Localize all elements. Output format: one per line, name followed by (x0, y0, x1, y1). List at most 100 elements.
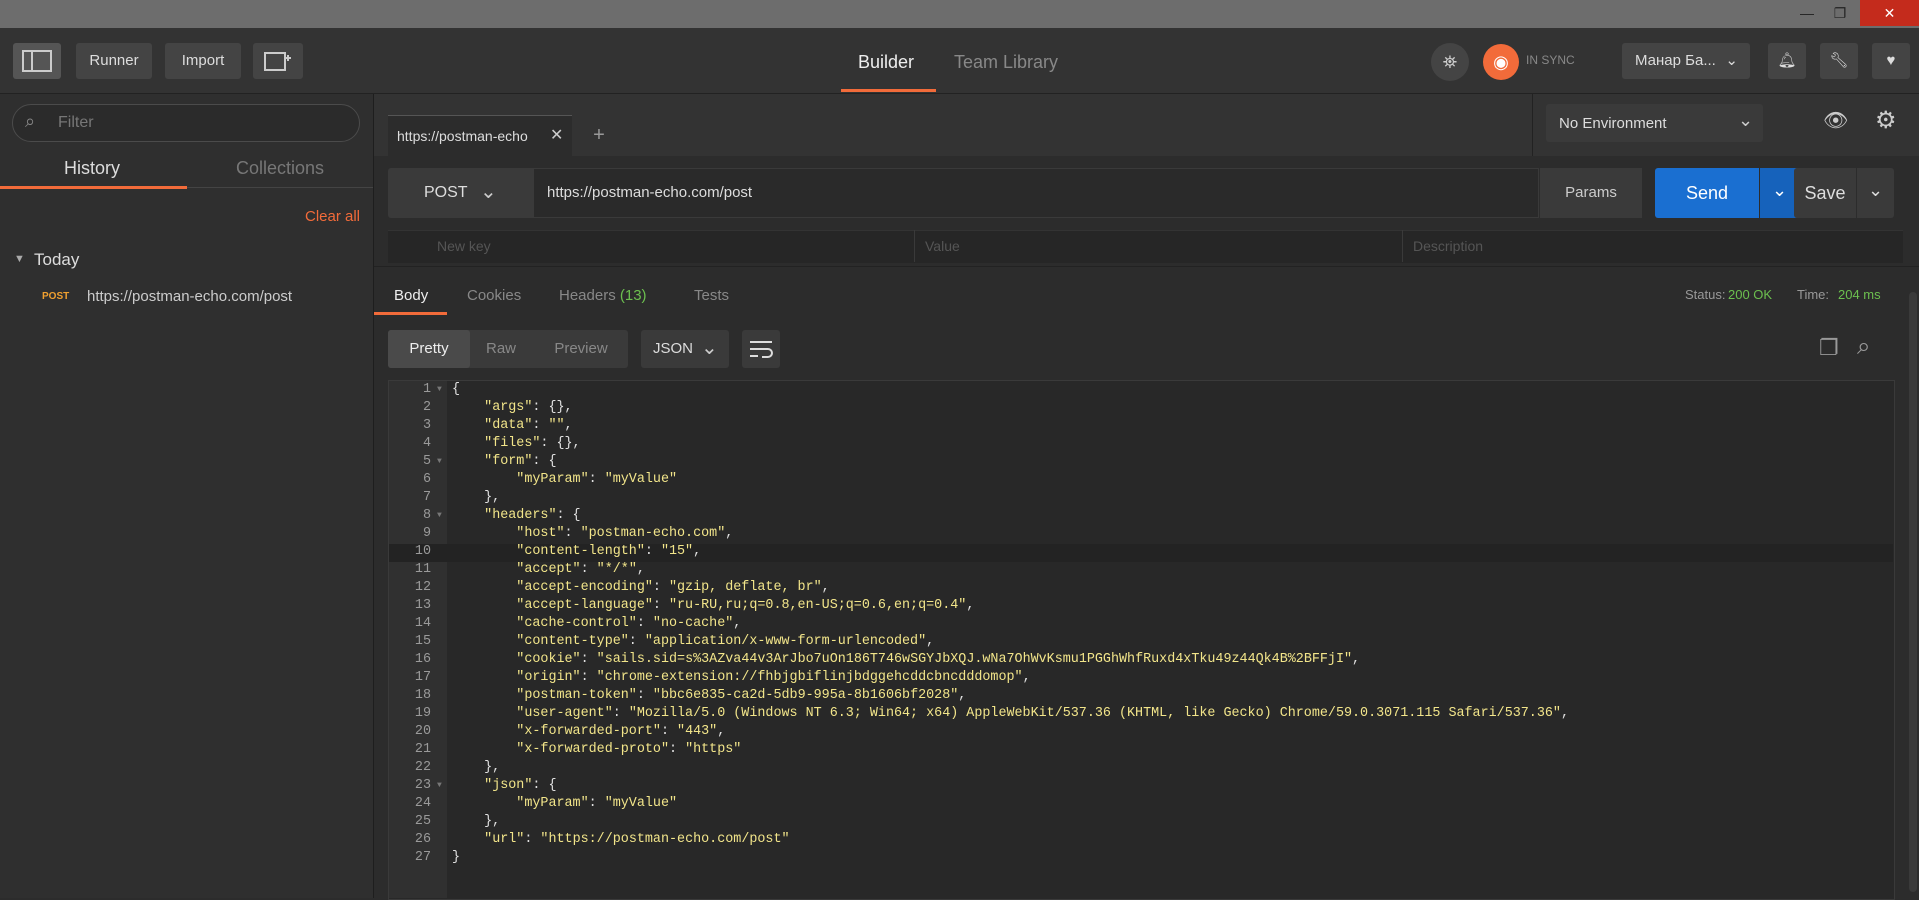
search-icon[interactable]: ⌕ (1857, 333, 1870, 361)
line-number: 1 (422, 382, 431, 397)
url-input[interactable]: https://postman-echo.com/post (533, 168, 1539, 218)
request-tab-label: https://postman-echo (397, 128, 528, 144)
format-select[interactable]: JSON ⌄ (641, 330, 729, 368)
view-pretty-button[interactable]: Pretty (388, 330, 470, 368)
minimize-icon[interactable]: — (1795, 0, 1819, 26)
tab-body[interactable]: Body (394, 287, 428, 304)
new-tab-button[interactable]: + (582, 115, 616, 155)
code-line: 7 }, (389, 489, 1889, 507)
save-button[interactable]: Save (1794, 168, 1856, 218)
filter-input[interactable]: ⌕ Filter (12, 104, 360, 142)
code-line: 5 ▼ "form": { (389, 453, 1889, 471)
line-number: 4 (422, 436, 431, 451)
settings-button[interactable]: 🔧︎ (1820, 43, 1858, 79)
tab-team-library[interactable]: Team Library (954, 52, 1058, 73)
copy-icon[interactable]: ❐ (1819, 335, 1839, 361)
tab-cookies[interactable]: Cookies (467, 287, 521, 304)
code-text: "form": { (484, 454, 557, 469)
environment-value: No Environment (1559, 115, 1667, 132)
code-line: 10 "content-length": "15", (389, 543, 1889, 561)
line-number: 11 (414, 562, 431, 577)
line-number: 18 (414, 688, 431, 703)
chevron-down-icon: ⌄ (1738, 110, 1754, 130)
new-window-button[interactable] (253, 43, 303, 79)
method-badge: POST (42, 291, 70, 302)
code-line: 17 "origin": "chrome-extension://fhbjgbi… (389, 669, 1889, 687)
runner-button[interactable]: Runner (76, 43, 152, 79)
import-button[interactable]: Import (165, 43, 241, 79)
close-tab-icon[interactable]: ✕ (550, 125, 563, 145)
status-label: Status: (1685, 287, 1726, 302)
headers-count: (13) (619, 287, 647, 304)
line-number: 10 (414, 544, 431, 559)
sidebar-icon (22, 50, 52, 72)
main-scrollbar[interactable] (1909, 292, 1917, 892)
view-raw-button[interactable]: Raw (470, 330, 532, 368)
line-number: 13 (414, 598, 431, 613)
divider (1402, 230, 1403, 262)
line-number: 3 (422, 418, 431, 433)
tab-headers[interactable]: Headers (13) (559, 287, 647, 304)
new-key-input[interactable]: New key (437, 238, 491, 254)
code-line: 18 "postman-token": "bbc6e835-ca2d-5db9-… (389, 687, 1889, 705)
divider (914, 230, 915, 262)
divider (187, 187, 373, 188)
notifications-button[interactable]: 🔔︎ (1768, 43, 1806, 79)
wrap-lines-button[interactable] (742, 330, 780, 368)
line-number: 8 (422, 508, 431, 523)
fold-icon[interactable]: ▼ (437, 381, 442, 399)
description-input[interactable]: Description (1413, 238, 1483, 254)
code-text: } (452, 850, 461, 865)
method-select[interactable]: POST ⌄ (388, 168, 533, 218)
close-icon[interactable]: ✕ (1860, 0, 1919, 26)
fold-icon[interactable]: ▼ (437, 777, 442, 795)
body-tab-indicator (374, 312, 447, 315)
view-preview-button[interactable]: Preview (542, 330, 620, 368)
clear-all-link[interactable]: Clear all (305, 208, 360, 225)
line-number: 14 (414, 616, 431, 631)
tab-tests[interactable]: Tests (694, 287, 729, 304)
line-number: 12 (414, 580, 431, 595)
tab-builder[interactable]: Builder (858, 52, 914, 73)
code-text: }, (452, 814, 501, 829)
line-number: 23 (414, 778, 431, 793)
code-line: 14 "cache-control": "no-cache", (389, 615, 1889, 633)
fold-icon[interactable]: ▼ (437, 507, 442, 525)
gear-icon[interactable]: ⚙ (1875, 106, 1897, 135)
collapse-icon[interactable]: ▼ (14, 253, 25, 265)
sync-icon[interactable]: ◉ (1483, 44, 1519, 80)
environment-select[interactable]: No Environment ⌄ (1546, 104, 1763, 142)
history-item-url: https://postman-echo.com/post (87, 288, 293, 305)
support-button[interactable]: ♥ (1872, 43, 1910, 79)
window-titlebar (0, 0, 1919, 28)
wrap-icon (750, 341, 773, 358)
line-number: 26 (414, 832, 431, 847)
toggle-sidebar-button[interactable] (13, 43, 61, 79)
interceptor-icon[interactable]: ⛯ (1431, 43, 1469, 81)
eye-icon[interactable]: 👁︎ (1823, 108, 1848, 133)
user-menu-button[interactable]: Манар Ба... ⌄ (1622, 43, 1750, 79)
fold-icon[interactable]: ▼ (437, 453, 442, 471)
code-text: "myParam": "myValue" (516, 472, 678, 487)
code-line: 2 "args": {}, (389, 399, 1889, 417)
code-text: "accept-encoding": "gzip, deflate, br", (516, 580, 830, 595)
value-input[interactable]: Value (925, 238, 960, 254)
save-options-chevron-icon[interactable]: ⌄ (1857, 168, 1894, 218)
code-text: "host": "postman-echo.com", (516, 526, 734, 541)
code-text: "cookie": "sails.sid=s%3AZva44v3ArJbo7uO… (516, 652, 1361, 667)
tab-collections[interactable]: Collections (236, 158, 324, 179)
code-line: 25 }, (389, 813, 1889, 831)
method-value: POST (424, 184, 468, 201)
heart-icon: ♥ (1886, 52, 1896, 69)
sync-status: IN SYNC (1526, 53, 1575, 67)
code-line: 15 "content-type": "application/x-www-fo… (389, 633, 1889, 651)
line-number: 5 (422, 454, 431, 469)
tab-history[interactable]: History (64, 158, 120, 179)
maximize-icon[interactable]: ❐ (1828, 0, 1852, 26)
history-group-today[interactable]: Today (34, 250, 79, 270)
history-item[interactable]: POST https://postman-echo.com/post (0, 285, 373, 315)
request-tab[interactable]: https://postman-echo ✕ (388, 115, 572, 156)
params-button[interactable]: Params (1540, 168, 1642, 218)
code-line: 3 "data": "", (389, 417, 1889, 435)
send-button[interactable]: Send (1655, 168, 1759, 218)
